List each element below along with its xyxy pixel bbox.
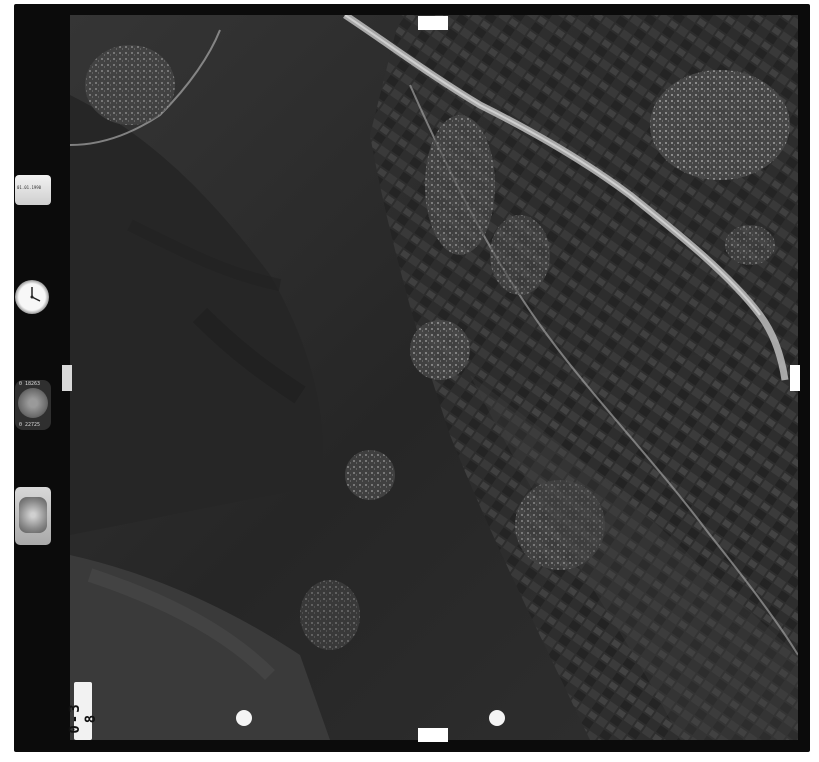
frame-number-label: 0-3 8: [67, 682, 99, 740]
level-bubble-icon: [19, 497, 47, 533]
altimeter-gauge: 0 18263 0 22725: [15, 380, 51, 430]
clock-icon: [15, 280, 49, 314]
town-northeast: [650, 70, 790, 180]
level-bubble-gauge: [15, 487, 51, 545]
clock-face: [30, 287, 41, 302]
frame-number-text: 0-3 8: [67, 702, 99, 734]
village-center: [410, 320, 470, 380]
frame-counter: 01.01.1990: [15, 175, 51, 205]
right-fiducial-notch: [790, 365, 800, 391]
top-fiducial-notch: [418, 16, 448, 30]
bottom-fiducial-notch: [418, 728, 448, 742]
town-north: [425, 115, 495, 255]
counter-text: 01.01.1990: [17, 185, 42, 190]
altimeter-top-label: 0 18263: [19, 381, 41, 387]
fiducial-mark-right: [489, 710, 505, 726]
altimeter-dial-icon: [18, 388, 48, 418]
aerial-photo: [70, 15, 798, 740]
left-fiducial-notch: [62, 365, 72, 391]
aerial-terrain: [70, 15, 798, 740]
altimeter-bottom-label: 0 22725: [19, 422, 41, 428]
village-northwest: [85, 45, 175, 125]
fiducial-mark-left: [236, 710, 252, 726]
